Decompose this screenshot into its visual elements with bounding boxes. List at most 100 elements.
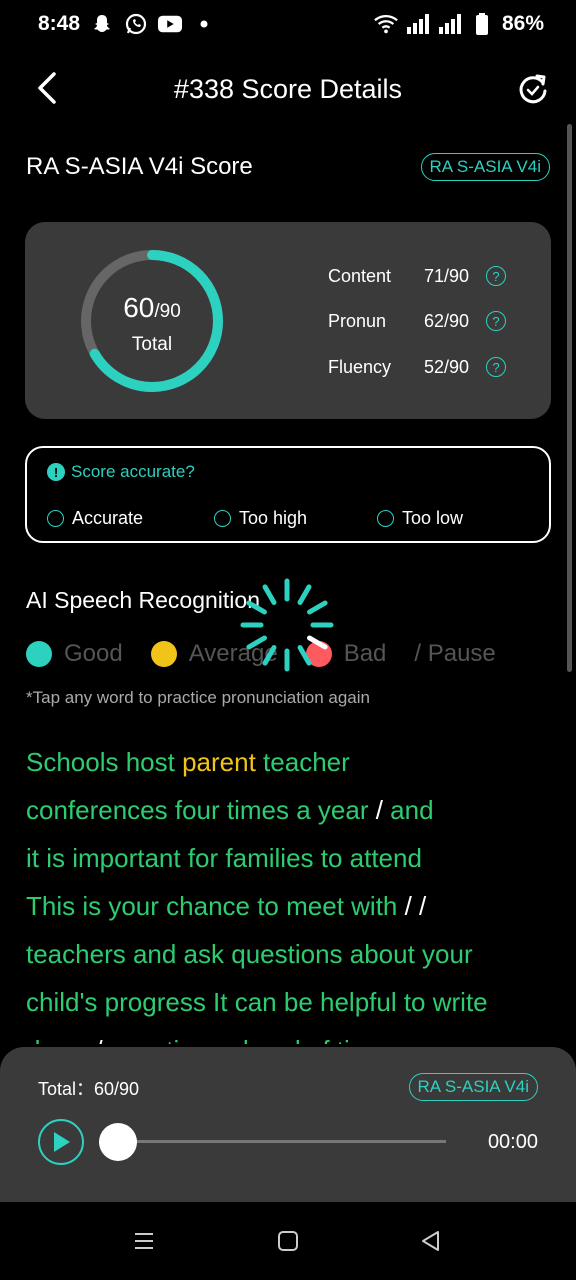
battery-percentage: 86% [501,12,544,35]
total-score-ring: 60/90 Total [77,246,227,396]
page-title: #338 Score Details [173,74,403,104]
player-total-score: Total：60/90 [38,1079,140,1099]
passage-word[interactable]: Schools host [26,747,182,777]
play-icon [54,1132,70,1152]
menu-lines-icon [135,1233,153,1249]
legend-dot-good [26,641,52,667]
total-label: Total [131,334,173,355]
triangle-back-icon [422,1231,439,1251]
legend-label: Good [64,640,123,667]
pause-marker: / [95,1035,102,1044]
option-label: Accurate [72,508,144,528]
option-accurate[interactable]: Accurate [47,508,143,529]
spinner-tick [297,645,312,666]
spinner-tick [246,600,267,615]
passage-line: conferences four times a year / and [26,786,556,834]
total-score-max: /90 [154,301,181,322]
radio-icon [377,510,394,527]
home-button[interactable] [275,1228,301,1254]
metric-value: 71/90 [424,265,470,286]
legend-good: Good [26,640,123,668]
score-title: RA S-ASIA V4i Score [26,153,253,180]
model-badge: RA S-ASIA V4i [420,153,550,181]
pause-marker: / [375,795,383,825]
passage-word[interactable]: conferences four times a year [26,795,376,825]
refresh-icon [519,74,547,104]
metric-value: 62/90 [424,310,470,331]
status-bar: 8:48 86% [0,0,576,52]
audio-player: Total：60/90 RA S-ASIA V4i 00:00 [0,1047,576,1202]
metric-label: Fluency [328,356,392,377]
metric-row-content: Content 71/90 ? [328,262,506,290]
passage-word[interactable]: and [383,795,433,825]
youtube-icon [158,12,182,36]
passage-word[interactable]: teachers and ask questions about your [26,939,473,969]
battery-icon [470,12,494,36]
passage-line: down / questions ahead of time [26,1026,556,1044]
legend-dot-average [150,641,177,667]
passage-word[interactable]: parent [182,747,256,777]
passage-word[interactable]: This is your chance to meet with [26,891,405,921]
spinner-tick [297,584,312,605]
passage-line: child's progress It can be helpful to wr… [26,978,556,1026]
practice-hint: *Tap any word to practice pronunciation … [26,688,370,707]
signal-icon [438,12,462,36]
passage-word[interactable]: child's progress It can be helpful to wr… [26,987,488,1017]
back-nav-button[interactable] [418,1228,444,1254]
spinner-tick [307,600,328,615]
accuracy-question-text: Score accurate? [71,462,195,481]
score-accuracy-feedback: ! Score accurate? Accurate Too high Too … [25,446,551,543]
metric-value: 52/90 [424,356,470,377]
option-label: Too low [402,508,464,528]
playback-track[interactable] [118,1140,446,1143]
score-card: 60/90 Total Content 71/90 ? Pronun 62/90… [25,222,551,419]
square-icon [278,1231,298,1251]
passage-word[interactable]: teacher [256,747,350,777]
play-button[interactable] [38,1119,84,1165]
system-nav-bar [0,1202,576,1280]
radio-icon [47,510,64,527]
scrollbar[interactable] [567,124,572,672]
passage-word[interactable]: down [26,1035,95,1044]
passage-line: it is important for families to attend [26,834,556,882]
passage-line: This is your chance to meet with / / [26,882,556,930]
metric-row-fluency: Fluency 52/90 ? [328,353,506,381]
refresh-button[interactable] [514,70,552,108]
recents-button[interactable] [131,1228,157,1254]
spinner-tick [246,635,267,650]
playback-thumb[interactable] [99,1123,137,1161]
dot-icon [192,12,216,36]
spinner-tick [307,635,328,650]
passage-word[interactable]: it is important for families to attend [26,843,422,873]
accuracy-question: ! Score accurate? [47,462,195,482]
legend-label: Bad [343,640,387,667]
legend-label: / Pause [414,640,496,667]
notification-icons [90,12,216,36]
loading-spinner-icon [238,576,336,674]
passage-word[interactable]: questions ahead of time [103,1035,386,1044]
total-score: 60/90 [77,292,227,324]
option-too-high[interactable]: Too high [214,508,307,529]
recognized-passage: Schools host parent teacher conferences f… [26,738,556,1044]
status-time: 8:48 [38,12,81,35]
help-icon[interactable]: ? [486,357,506,377]
spinner-tick [262,645,277,666]
metric-label: Pronun [328,310,387,331]
metric-row-pronun: Pronun 62/90 ? [328,307,506,335]
help-icon[interactable]: ? [486,311,506,331]
option-too-low[interactable]: Too low [377,508,463,529]
signal-icon [406,12,430,36]
player-model-badge: RA S-ASIA V4i [408,1073,538,1101]
total-score-value: 60 [123,292,155,323]
option-label: Too high [239,508,308,528]
help-icon[interactable]: ? [486,266,506,286]
wifi-icon [374,12,398,36]
metric-label: Content [328,265,392,286]
exclamation-icon: ! [47,463,65,481]
snapchat-icon [90,12,114,36]
asr-section-title: AI Speech Recognition [26,587,260,613]
playback-time: 00:00 [487,1131,538,1153]
pause-marker: / / [404,891,427,921]
system-status: 86% [374,12,544,36]
passage-line: Schools host parent teacher [26,738,556,786]
